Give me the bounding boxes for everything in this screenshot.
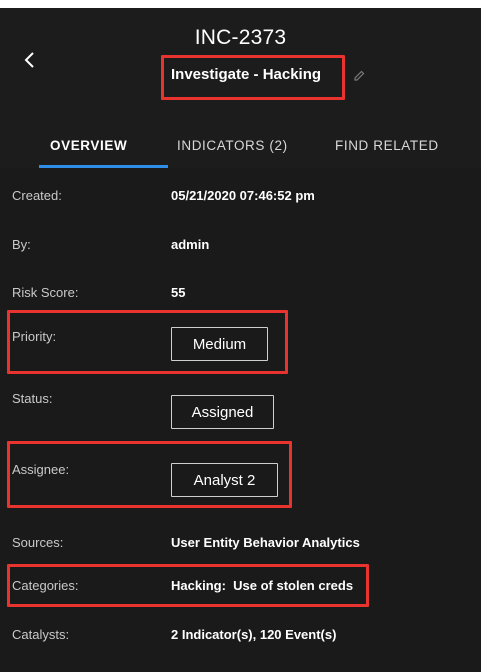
created-value: 05/21/2020 07:46:52 pm — [171, 188, 315, 203]
priority-label: Priority: — [12, 329, 57, 344]
categories-value: Hacking: Use of stolen creds — [171, 578, 354, 593]
back-button[interactable] — [18, 48, 42, 72]
incident-id: INC-2373 — [194, 26, 287, 49]
incident-name: Investigate - Hacking — [171, 66, 322, 83]
edit-name-button[interactable] — [352, 69, 366, 83]
incident-overview-panel: INC-2373 Investigate - Hacking OVERVIEW … — [0, 0, 481, 672]
created-label: Created: — [12, 188, 62, 203]
catalysts-value: 2 Indicator(s), 120 Event(s) — [171, 627, 337, 642]
risk-score-label: Risk Score: — [12, 285, 79, 300]
catalysts-label: Catalysts: — [12, 627, 70, 642]
status-select[interactable]: Assigned — [171, 395, 274, 429]
tab-bar: OVERVIEW INDICATORS (2) FIND RELATED — [0, 128, 481, 169]
tab-overview[interactable]: OVERVIEW — [50, 138, 127, 153]
assignee-select[interactable]: Analyst 2 — [171, 463, 278, 497]
by-label: By: — [12, 237, 31, 252]
by-value: admin — [171, 237, 210, 252]
chevron-left-icon — [24, 52, 34, 68]
pencil-icon — [354, 70, 365, 81]
risk-score-value: 55 — [171, 285, 186, 300]
top-edge — [0, 0, 481, 8]
status-label: Status: — [12, 391, 53, 406]
sources-label: Sources: — [12, 535, 64, 550]
tab-find-related[interactable]: FIND RELATED — [335, 138, 439, 153]
categories-label: Categories: — [12, 578, 79, 593]
tab-indicators[interactable]: INDICATORS (2) — [177, 138, 288, 153]
priority-select[interactable]: Medium — [171, 327, 268, 361]
assignee-label: Assignee: — [12, 462, 70, 477]
sources-value: User Entity Behavior Analytics — [171, 535, 360, 550]
